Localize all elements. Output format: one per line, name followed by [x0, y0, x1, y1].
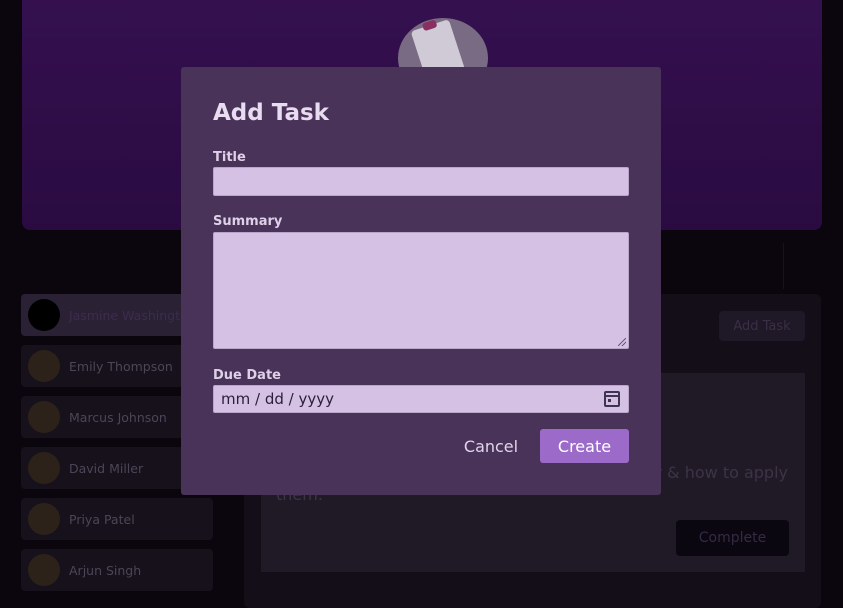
avatar	[28, 452, 60, 484]
complete-button[interactable]: Complete	[676, 520, 789, 556]
title-label: Title	[213, 150, 246, 165]
avatar	[28, 299, 60, 331]
avatar	[28, 503, 60, 535]
sidebar-user-5[interactable]: Arjun Singh	[21, 549, 213, 591]
user-name: David Miller	[69, 460, 144, 476]
sidebar-user-4[interactable]: Priya Patel	[21, 498, 213, 540]
avatar	[28, 554, 60, 586]
avatar	[28, 350, 60, 382]
due-date-input[interactable]: mm / dd / yyyy	[213, 385, 629, 413]
user-name: Arjun Singh	[69, 562, 142, 578]
user-name: Jasmine Washington	[69, 307, 196, 323]
summary-label: Summary	[213, 214, 283, 229]
due-date-label: Due Date	[213, 368, 281, 383]
avatar	[28, 401, 60, 433]
add-task-button[interactable]: Add Task	[719, 311, 805, 341]
create-button[interactable]: Create	[540, 429, 629, 463]
summary-textarea[interactable]	[213, 232, 629, 349]
calendar-icon[interactable]	[604, 391, 620, 407]
modal-title: Add Task	[213, 100, 329, 126]
due-date-placeholder: mm / dd / yyyy	[221, 390, 334, 408]
title-input[interactable]	[213, 167, 629, 196]
user-name: Marcus Johnson	[69, 409, 167, 425]
cancel-button[interactable]: Cancel	[456, 429, 526, 463]
user-name: Emily Thompson	[69, 358, 173, 374]
add-task-modal: Add Task Title Summary Due Date mm / dd …	[181, 67, 661, 495]
user-name: Priya Patel	[69, 511, 135, 527]
